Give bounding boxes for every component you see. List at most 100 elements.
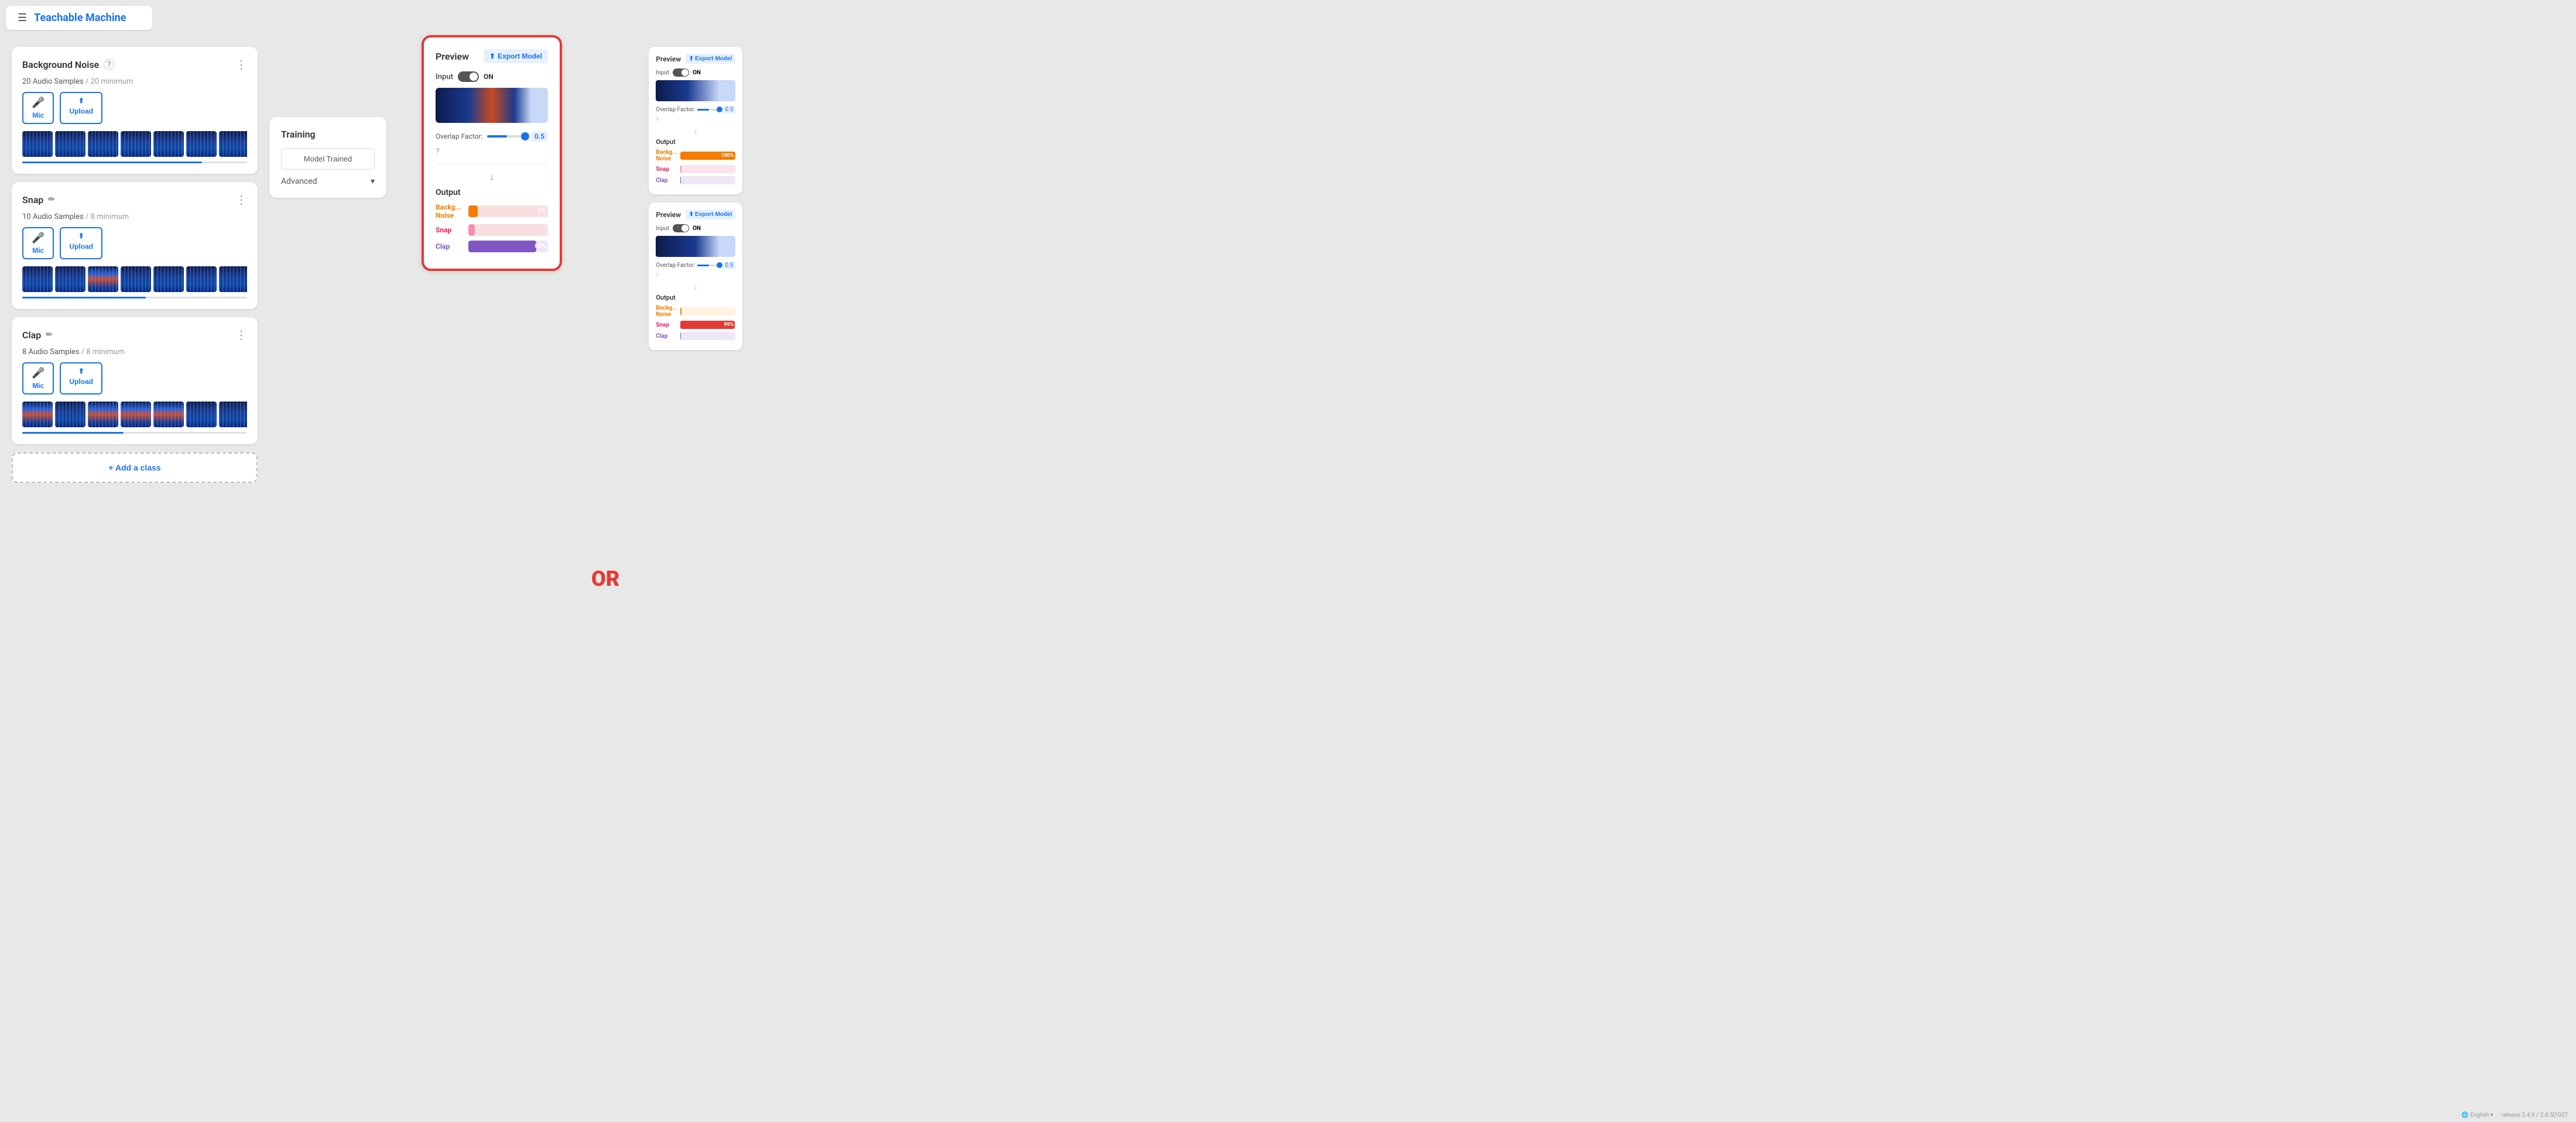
overlap-value: 0.5 [531, 131, 548, 142]
mini-overlap-value: 0.5 [722, 262, 735, 269]
input-on-label: ON [484, 73, 494, 81]
mini-output-label-clap: Clap [656, 177, 678, 184]
output-pct: 85% [535, 243, 546, 250]
overlap-slider[interactable] [487, 135, 526, 138]
mic-icon: 🎤 [32, 367, 44, 379]
advanced-label: Advanced [281, 177, 317, 186]
mini-bar-snap [680, 165, 681, 173]
training-panel: Training Model Trained Advanced ▾ [269, 117, 386, 198]
mini-preview-bottom: Preview ⬆ Export Model Input ON Overlap … [649, 203, 742, 350]
mini-input-label: Input [656, 70, 669, 76]
class-name: Snap ✏ [22, 194, 55, 205]
class-more-menu[interactable]: ⋮ [235, 193, 247, 207]
mini-bar-container [680, 176, 735, 184]
train-button[interactable]: Model Trained [281, 148, 375, 170]
sample-count: 10 Audio Samples / 8 minimum [22, 212, 247, 221]
waveform-thumb [219, 131, 247, 157]
mini-overlap-label: Overlap Factor: [656, 262, 695, 269]
class-more-menu[interactable]: ⋮ [235, 57, 247, 71]
mini-slider[interactable] [697, 109, 720, 111]
preview-highlighted-area: Preview ⬆ Export Model Input ON Overlap … [422, 47, 562, 271]
progress-bar [22, 162, 202, 163]
mini-slider-thumb [717, 107, 722, 112]
mini-bar-container: 100% [680, 152, 735, 160]
export-icon: ⬆ [689, 211, 694, 218]
mini-preview-top: Preview ⬆ Export Model Input ON Overlap … [649, 47, 742, 194]
menu-icon[interactable]: ☰ [18, 12, 27, 24]
waveform-thumb [55, 266, 85, 292]
mini-toggle[interactable] [673, 224, 689, 232]
advanced-row[interactable]: Advanced ▾ [281, 177, 375, 186]
mini-output-label-clap: Clap [656, 333, 678, 339]
upload-button[interactable]: ⬆ Upload [60, 362, 102, 394]
export-icon: ⬆ [689, 56, 694, 62]
or-text: OR [591, 567, 619, 591]
upload-button[interactable]: ⬆ Upload [60, 92, 102, 124]
output-label-bg: Backg... Noise [436, 203, 464, 219]
mini-bar-clap [680, 176, 681, 184]
slider-thumb [521, 132, 529, 140]
preview-panel-main: Preview ⬆ Export Model Input ON Overlap … [422, 35, 562, 271]
help-icon[interactable]: ? [104, 59, 114, 70]
waveform-thumb [219, 266, 247, 292]
mini-pct: 99% [724, 322, 734, 328]
class-name: Clap ✏ [22, 330, 53, 341]
mini-preview-title: Preview [656, 55, 681, 63]
mini-toggle[interactable] [673, 68, 689, 77]
mini-slider-fill [697, 265, 709, 266]
add-class-button[interactable]: + Add a class [12, 452, 258, 483]
export-icon: ⬆ [489, 52, 495, 60]
mini-on-label: ON [693, 225, 701, 232]
upload-icon: ⬆ [78, 367, 84, 375]
mini-export-button[interactable]: ⬆ Export Model [686, 54, 736, 64]
mini-overlap-label: Overlap Factor: [656, 107, 695, 113]
upload-icon: ⬆ [78, 97, 84, 105]
class-header: Background Noise ? ⋮ [22, 57, 247, 71]
output-bar-container: 85% [468, 241, 548, 252]
mini-bar-bg [680, 307, 681, 315]
input-row: Input ON [436, 71, 548, 82]
mini-bar-container [680, 332, 735, 340]
input-toggle[interactable] [458, 71, 479, 82]
sample-count: 8 Audio Samples / 8 minimum [22, 348, 247, 356]
mini-output-row-clap: Clap [656, 176, 735, 184]
edit-icon[interactable]: ✏ [48, 195, 55, 204]
mini-waveform [656, 80, 735, 101]
mic-button[interactable]: 🎤 Mic [22, 227, 54, 259]
waveform-thumb [219, 402, 247, 427]
slider-fill [487, 135, 506, 138]
mini-output-row-snap: Snap 99% [656, 321, 735, 329]
version-info: release 2.4.9 / 2.8.5[1027 [2502, 1112, 2568, 1118]
waveform-thumb [22, 402, 53, 427]
upload-button[interactable]: ⬆ Upload [60, 227, 102, 259]
mini-output-row-bg: Backg... Noise [656, 305, 735, 318]
output-bar-bg [468, 205, 478, 217]
output-pct: 7% [538, 208, 546, 215]
help-icon[interactable]: ? [436, 147, 440, 156]
waveform-thumb [186, 402, 217, 427]
mini-pct: 100% [721, 153, 734, 159]
mini-slider[interactable] [697, 265, 720, 266]
class-more-menu[interactable]: ⋮ [235, 328, 247, 342]
mic-button[interactable]: 🎤 Mic [22, 362, 54, 394]
export-model-button[interactable]: ⬆ Export Model [484, 49, 548, 63]
mini-export-button[interactable]: ⬆ Export Model [686, 210, 736, 219]
mini-bar-clap [680, 332, 681, 340]
preview-header: Preview ⬆ Export Model [436, 49, 548, 63]
language-selector[interactable]: 🌐 English ▾ [2461, 1112, 2493, 1118]
waveform-thumb [186, 131, 217, 157]
waveform-thumb [88, 131, 118, 157]
mic-button[interactable]: 🎤 Mic [22, 92, 54, 124]
mini-on-label: ON [693, 70, 701, 76]
mini-help-icon[interactable]: ? [656, 273, 659, 279]
mini-preview-title: Preview [656, 211, 681, 219]
mini-output-row-snap: Snap [656, 165, 735, 173]
download-arrow: ↓ [436, 171, 548, 183]
input-label: Input [436, 73, 453, 81]
mic-icon: 🎤 [32, 97, 44, 109]
edit-icon[interactable]: ✏ [46, 330, 53, 339]
mini-help-icon[interactable]: ? [656, 117, 659, 123]
waveform-thumb [121, 402, 151, 427]
mini-preview-header: Preview ⬆ Export Model [656, 210, 735, 219]
waveform-thumb [88, 402, 118, 427]
